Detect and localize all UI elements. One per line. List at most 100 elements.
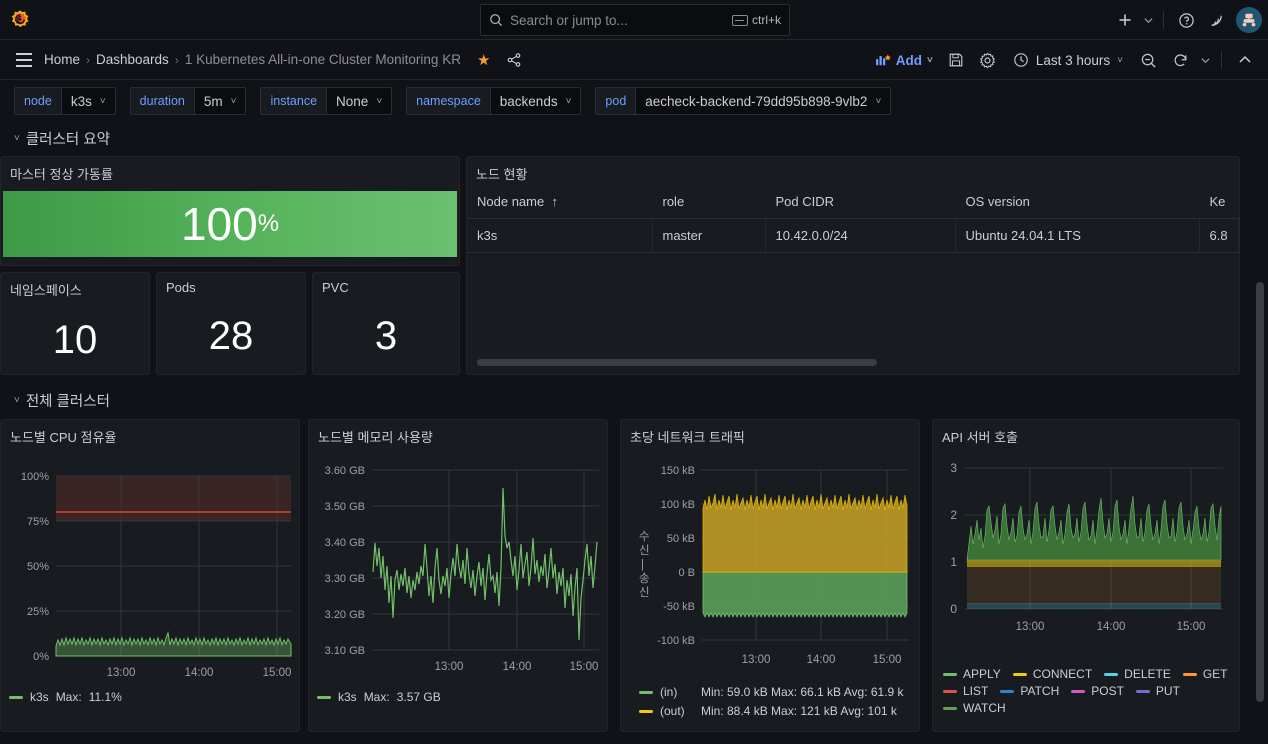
network-traffic-chart: 수 신 | 송 신 150 kB [621, 448, 920, 683]
svg-text:15:00: 15:00 [263, 667, 292, 679]
cell-role: master [652, 219, 765, 253]
legend-item[interactable]: (out) Min: 88.4 kB Max: 121 kB Avg: 101 … [629, 704, 911, 718]
column-header-node-name[interactable]: Node name ↑ [467, 185, 652, 219]
search-icon [489, 13, 503, 27]
legend-series-name: k3s [30, 690, 49, 704]
svg-text:3.20 GB: 3.20 GB [325, 609, 365, 621]
save-dashboard-button[interactable] [941, 46, 971, 74]
svg-text:0%: 0% [33, 651, 49, 663]
legend-series-name: PUT [1156, 684, 1180, 698]
news-rss-icon[interactable] [1202, 6, 1230, 34]
share-icon[interactable] [506, 52, 522, 68]
legend-color-swatch [943, 673, 957, 676]
page-vertical-scrollbar[interactable] [1256, 282, 1264, 702]
star-filled-icon[interactable]: ★ [477, 51, 490, 69]
stat-value-namespaces: 10 [1, 301, 149, 363]
variable-pod-select[interactable]: aecheck-backend-79dd95b898-9vlb2 ˅ [635, 87, 891, 115]
legend-item[interactable]: LIST [943, 684, 988, 698]
panel-title: API 서버 호출 [933, 420, 1239, 448]
collapse-toolbar-chevron-up-icon[interactable] [1230, 46, 1260, 74]
breadcrumb: Home › Dashboards › 1 Kubernetes All-in-… [44, 51, 522, 69]
legend-series-name: APPLY [963, 667, 1001, 681]
search-placeholder: Search or jump to... [510, 13, 725, 28]
panel-pods[interactable]: Pods 28 [156, 272, 306, 375]
panel-title: 네임스페이스 [1, 273, 149, 301]
search-input[interactable]: Search or jump to... ctrl+k [480, 4, 790, 36]
variable-namespace-label: namespace [406, 87, 490, 115]
legend-item[interactable]: CONNECT [1013, 667, 1092, 681]
zoom-out-time-range-button[interactable] [1133, 46, 1163, 74]
legend-item[interactable]: k3s Max: 3.57 GB [317, 690, 599, 704]
legend-color-swatch [317, 696, 331, 699]
chevron-down-icon: ˅ [14, 133, 20, 144]
svg-text:1: 1 [950, 555, 957, 569]
panel-namespaces[interactable]: 네임스페이스 10 [0, 272, 150, 375]
variable-instance-select[interactable]: None ˅ [326, 87, 392, 115]
dashboard-toolbar: Home › Dashboards › 1 Kubernetes All-in-… [0, 40, 1268, 80]
legend-series-name: LIST [963, 684, 988, 698]
row-title: 클러스터 요약 [26, 128, 110, 149]
refresh-interval-chevron-down-icon[interactable] [1197, 46, 1213, 74]
legend-item[interactable]: PATCH [1000, 684, 1059, 698]
cell-pod-cidr: 10.42.0.0/24 [765, 219, 955, 253]
panel-network-traffic[interactable]: 초당 네트워크 트래픽 수 신 | 송 신 [620, 419, 920, 732]
svg-text:3.50 GB: 3.50 GB [325, 501, 365, 513]
time-range-label: Last 3 hours [1036, 53, 1110, 68]
legend-series-name: POST [1091, 684, 1124, 698]
breadcrumb-item-current: 1 Kubernetes All-in-one Cluster Monitori… [185, 52, 461, 67]
panel-title: 노드별 CPU 점유율 [1, 420, 299, 448]
new-item-chevron-down-icon[interactable] [1141, 6, 1155, 34]
table-row[interactable]: k3s master 10.42.0.0/24 Ubuntu 24.04.1 L… [467, 219, 1239, 253]
column-header-pod-cidr[interactable]: Pod CIDR [765, 185, 955, 219]
panel-node-status[interactable]: 노드 현황 Node name ↑ role Pod CIDR OS versi… [466, 156, 1240, 375]
panel-cpu-usage[interactable]: 노드별 CPU 점유율 100% 75% 50% [0, 419, 300, 732]
legend-item[interactable]: APPLY [943, 667, 1001, 681]
add-panel-label: Add [896, 53, 922, 68]
column-header-kernel[interactable]: Ke [1199, 185, 1239, 219]
grafana-logo-icon[interactable] [0, 0, 40, 40]
table-horizontal-scrollbar[interactable] [477, 359, 877, 366]
clock-icon [1013, 52, 1029, 68]
legend-item[interactable]: POST [1071, 684, 1124, 698]
panel-memory-usage[interactable]: 노드별 메모리 사용량 3.60 GB 3.50 GB 3.40 GB 3.30… [308, 419, 608, 732]
breadcrumb-item-dashboards[interactable]: Dashboards [96, 52, 169, 67]
help-circle-icon[interactable] [1172, 6, 1200, 34]
panel-api-server-requests[interactable]: API 서버 호출 3 2 1 0 13:00 14:00 [932, 419, 1240, 732]
hamburger-menu-icon[interactable] [10, 46, 38, 74]
column-label: Node name [477, 194, 544, 209]
svg-text:14:00: 14:00 [185, 667, 214, 679]
legend-stats: Min: 59.0 kB Max: 66.1 kB Avg: 61.9 k [701, 685, 904, 699]
refresh-dashboard-button[interactable] [1165, 46, 1195, 74]
panel-master-uptime[interactable]: 마스터 정상 가동률 100 % [0, 156, 460, 266]
variable-instance-label: instance [260, 87, 326, 115]
legend-item[interactable]: DELETE [1104, 667, 1171, 681]
variable-namespace-select[interactable]: backends ˅ [490, 87, 582, 115]
cell-node-name: k3s [467, 219, 652, 253]
legend-series-name: (in) [660, 685, 694, 699]
top-navigation-bar: Search or jump to... ctrl+k [0, 0, 1268, 40]
user-avatar[interactable] [1236, 7, 1262, 33]
top-nav-actions [1111, 0, 1262, 40]
legend-item[interactable]: GET [1183, 667, 1228, 681]
column-header-role[interactable]: role [652, 185, 765, 219]
time-range-picker[interactable]: Last 3 hours ˅ [1005, 48, 1131, 72]
legend-item[interactable]: (in) Min: 59.0 kB Max: 66.1 kB Avg: 61.9… [629, 685, 911, 699]
panel-pvc[interactable]: PVC 3 [312, 272, 460, 375]
row-header-whole-cluster[interactable]: ˅ 전체 클러스터 [14, 386, 110, 414]
new-item-button[interactable] [1111, 6, 1139, 34]
dashboard-settings-gear-icon[interactable] [973, 46, 1003, 74]
svg-text:25%: 25% [27, 606, 49, 618]
variable-node-value: k3s [71, 94, 92, 109]
legend-item[interactable]: PUT [1136, 684, 1180, 698]
breadcrumb-item-home[interactable]: Home [44, 52, 80, 67]
cell-kernel: 6.8 [1199, 219, 1239, 253]
legend-color-swatch [1183, 673, 1197, 676]
legend-item[interactable]: WATCH [943, 701, 1006, 715]
variable-duration-select[interactable]: 5m ˅ [194, 87, 247, 115]
column-header-os-version[interactable]: OS version [955, 185, 1199, 219]
svg-text:-100 kB: -100 kB [657, 635, 695, 647]
variable-node-select[interactable]: k3s ˅ [61, 87, 116, 115]
row-header-cluster-summary[interactable]: ˅ 클러스터 요약 [14, 124, 110, 152]
add-panel-button[interactable]: Add ˅ [869, 49, 939, 72]
legend-item[interactable]: k3s Max: 11.1% [9, 690, 291, 704]
